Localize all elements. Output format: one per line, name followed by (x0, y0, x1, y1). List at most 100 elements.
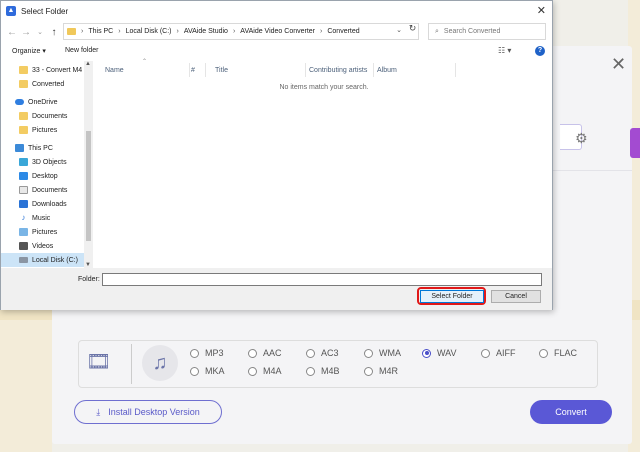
format-option[interactable]: AC3 (306, 348, 339, 358)
column-header-number[interactable]: # (182, 63, 206, 77)
format-option[interactable]: M4B (306, 366, 340, 376)
nav-label: Music (32, 214, 51, 222)
radio-icon[interactable] (248, 366, 257, 376)
scrollbar-thumb[interactable] (86, 131, 91, 241)
radio-icon[interactable] (190, 348, 199, 358)
nav-label: 3D Objects (32, 158, 67, 166)
nav-label: Local Disk (C:) (32, 256, 78, 264)
nav-item-local-disk[interactable]: Local Disk (C:) (1, 253, 84, 267)
search-input[interactable]: ⌕ Search Converted (428, 23, 546, 40)
format-divider (131, 344, 132, 384)
address-bar[interactable]: › This PC › Local Disk (C:) › AVAide Stu… (63, 23, 419, 40)
breadcrumb-item[interactable]: AVAide Video Converter (240, 28, 315, 35)
dialog-title: Select Folder (21, 6, 69, 16)
dialog-toolbar: Organize ▾ New folder ☷ ▾ ? (1, 43, 552, 61)
chevron-right-icon: › (176, 28, 179, 35)
radio-icon[interactable] (539, 348, 548, 358)
column-header-artists[interactable]: Contributing artists (300, 63, 374, 77)
radio-icon[interactable] (306, 366, 315, 376)
navigation-bar: ← → ⌄ ↑ › This PC › Local Disk (C:) › AV… (1, 21, 552, 43)
recent-dropdown-icon[interactable]: ⌄ (33, 28, 47, 36)
convert-button[interactable]: Convert (530, 400, 612, 424)
radio-icon[interactable] (248, 348, 257, 358)
view-options-icon[interactable]: ☷ ▾ (498, 46, 511, 55)
cancel-button[interactable]: Cancel (491, 290, 541, 303)
radio-icon[interactable] (364, 366, 373, 376)
chevron-up-icon[interactable]: ▲ (85, 61, 91, 67)
breadcrumb-item[interactable]: AVAide Studio (184, 28, 228, 35)
close-icon[interactable]: ✕ (537, 4, 546, 17)
format-option-selected[interactable]: WAV (422, 348, 457, 358)
nav-label: Desktop (32, 172, 58, 180)
music-icon: ♪ (21, 213, 26, 222)
breadcrumb-item[interactable]: Converted (327, 28, 359, 35)
nav-scrollbar[interactable]: ▲ ▼ (84, 61, 93, 268)
chevron-down-icon[interactable]: ⌄ (396, 26, 402, 34)
nav-label: Pictures (32, 126, 58, 134)
forward-arrow-icon[interactable]: → (19, 27, 33, 38)
format-label: AIFF (496, 348, 516, 358)
select-folder-button[interactable]: Select Folder (420, 290, 484, 303)
format-label: AAC (263, 348, 282, 358)
panel-close-icon[interactable]: ✕ (611, 55, 626, 73)
radio-icon[interactable] (190, 366, 199, 376)
radio-icon[interactable] (306, 348, 315, 358)
folder-label: Folder: (78, 276, 100, 283)
column-header-album[interactable]: Album (368, 63, 456, 77)
back-arrow-icon[interactable]: ← (5, 27, 19, 38)
column-label: Album (377, 66, 397, 74)
nav-label: This PC (28, 144, 53, 152)
3d-objects-icon (19, 158, 28, 166)
format-label: WAV (437, 348, 457, 358)
format-label: FLAC (554, 348, 578, 358)
organize-button[interactable]: Organize ▾ (12, 47, 46, 55)
folder-input[interactable] (102, 273, 542, 286)
sort-arrow-icon: ⌃ (142, 59, 148, 65)
help-icon[interactable]: ? (535, 46, 545, 56)
format-label: AC3 (321, 348, 339, 358)
column-label: # (191, 66, 195, 74)
radio-icon[interactable] (364, 348, 373, 358)
format-option[interactable]: WMA (364, 348, 401, 358)
folder-icon (19, 66, 28, 74)
column-header-name[interactable]: ⌃ Name (96, 59, 190, 77)
video-format-icon[interactable]: 🎞 (86, 350, 111, 374)
file-list: ⌃ Name # Title Contributing artists Album… (96, 59, 552, 268)
format-option[interactable]: AIFF (481, 348, 516, 358)
format-option[interactable]: FLAC (539, 348, 577, 358)
folder-icon (19, 126, 28, 134)
cloud-icon (15, 99, 24, 105)
breadcrumb-item[interactable]: Local Disk (C:) (126, 28, 172, 35)
folder-icon (19, 112, 28, 120)
format-option[interactable]: AAC (248, 348, 282, 358)
format-option[interactable]: M4A (248, 366, 282, 376)
new-folder-button[interactable]: New folder (65, 47, 98, 54)
format-option[interactable]: MP3 (190, 348, 224, 358)
dialog-titlebar: ▲ Select Folder ✕ (1, 1, 552, 21)
nav-label: Pictures (32, 228, 58, 236)
downloads-icon (19, 200, 28, 208)
disk-icon (19, 257, 28, 263)
refresh-icon[interactable]: ↻ (405, 23, 420, 38)
format-label: M4R (379, 366, 399, 376)
format-option[interactable]: MKA (190, 366, 225, 376)
radio-icon[interactable] (422, 348, 431, 358)
search-placeholder: Search Converted (443, 28, 501, 35)
breadcrumb-item[interactable]: This PC (88, 28, 113, 35)
radio-icon[interactable] (481, 348, 490, 358)
up-arrow-icon[interactable]: ↑ (47, 27, 61, 38)
desktop-icon (19, 172, 28, 180)
column-header-title[interactable]: Title (206, 63, 306, 77)
chevron-right-icon: › (81, 28, 84, 35)
format-option[interactable]: M4R (364, 366, 398, 376)
search-icon: ⌕ (435, 27, 439, 35)
nav-label: Downloads (32, 200, 67, 208)
install-desktop-button[interactable]: ⤓ Install Desktop Version (74, 400, 222, 424)
column-label: Name (105, 66, 124, 74)
videos-icon (19, 242, 28, 250)
gear-icon[interactable]: ⚙ (575, 130, 588, 147)
chevron-right-icon: › (118, 28, 121, 35)
audio-format-icon[interactable]: ♫ (142, 345, 178, 381)
pictures-icon (19, 228, 28, 236)
format-label: M4B (321, 366, 340, 376)
